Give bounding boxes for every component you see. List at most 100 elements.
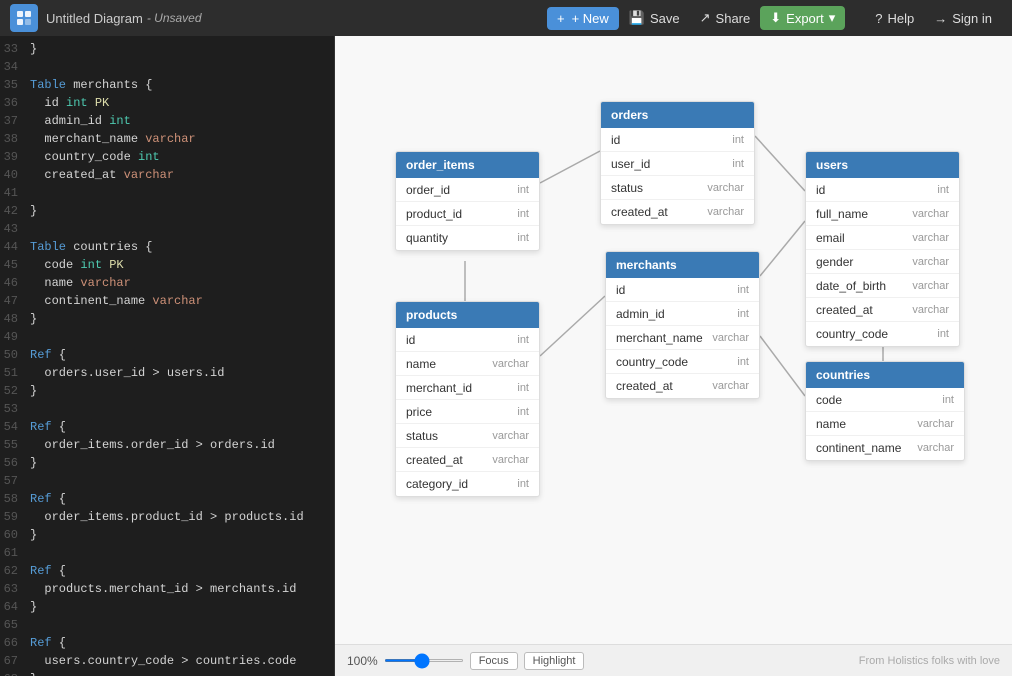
table-row: priceint bbox=[396, 400, 539, 424]
line-number: 33 bbox=[0, 40, 30, 58]
line-content: name varchar bbox=[30, 274, 131, 292]
code-line: 44Table countries { bbox=[0, 238, 334, 256]
export-icon: ⬇ bbox=[770, 10, 781, 26]
line-content: code int PK bbox=[30, 256, 124, 274]
save-icon: 💾 bbox=[629, 10, 645, 26]
line-number: 68 bbox=[0, 670, 30, 676]
line-content: Ref { bbox=[30, 562, 66, 580]
code-panel[interactable]: 33}3435Table merchants {36 id int PK37 a… bbox=[0, 36, 335, 676]
focus-button[interactable]: Focus bbox=[470, 652, 518, 670]
code-line: 49 bbox=[0, 328, 334, 346]
table-row: full_namevarchar bbox=[806, 202, 959, 226]
signin-button[interactable]: → Sign in bbox=[924, 7, 1002, 30]
diagram-panel[interactable]: orders idint user_idint statusvarchar cr… bbox=[335, 36, 1012, 676]
table-row: user_idint bbox=[601, 152, 754, 176]
table-row: namevarchar bbox=[396, 352, 539, 376]
code-line: 63 products.merchant_id > merchants.id bbox=[0, 580, 334, 598]
line-number: 42 bbox=[0, 202, 30, 220]
line-content: continent_name varchar bbox=[30, 292, 203, 310]
share-button[interactable]: ↗ Share bbox=[690, 6, 761, 30]
line-number: 35 bbox=[0, 76, 30, 94]
export-button[interactable]: ⬇ Export ▾ bbox=[760, 6, 845, 30]
table-row: created_atvarchar bbox=[806, 298, 959, 322]
table-users[interactable]: users idint full_namevarchar emailvarcha… bbox=[805, 151, 960, 347]
code-line: 57 bbox=[0, 472, 334, 490]
zoom-slider[interactable] bbox=[384, 659, 464, 662]
code-line: 33} bbox=[0, 40, 334, 58]
zoom-level: 100% bbox=[347, 654, 378, 668]
table-row: country_codeint bbox=[806, 322, 959, 346]
plus-icon: + bbox=[557, 11, 565, 26]
line-number: 64 bbox=[0, 598, 30, 616]
line-number: 52 bbox=[0, 382, 30, 400]
line-content: merchant_name varchar bbox=[30, 130, 196, 148]
line-number: 62 bbox=[0, 562, 30, 580]
line-number: 37 bbox=[0, 112, 30, 130]
new-button[interactable]: + + New bbox=[547, 7, 619, 30]
table-products[interactable]: products idint namevarchar merchant_idin… bbox=[395, 301, 540, 497]
code-line: 47 continent_name varchar bbox=[0, 292, 334, 310]
table-row: gendervarchar bbox=[806, 250, 959, 274]
line-content: } bbox=[30, 454, 37, 472]
orders-header: orders bbox=[601, 102, 754, 128]
table-row: statusvarchar bbox=[396, 424, 539, 448]
line-number: 59 bbox=[0, 508, 30, 526]
line-content: order_items.product_id > products.id bbox=[30, 508, 304, 526]
table-row: namevarchar bbox=[806, 412, 964, 436]
line-number: 51 bbox=[0, 364, 30, 382]
code-line: 48} bbox=[0, 310, 334, 328]
table-row: merchant_idint bbox=[396, 376, 539, 400]
table-row: statusvarchar bbox=[601, 176, 754, 200]
order-items-header: order_items bbox=[396, 152, 539, 178]
credits-text: From Holistics folks with love bbox=[859, 655, 1000, 667]
table-merchants[interactable]: merchants idint admin_idint merchant_nam… bbox=[605, 251, 760, 399]
line-content: } bbox=[30, 526, 37, 544]
line-number: 50 bbox=[0, 346, 30, 364]
line-content: Table countries { bbox=[30, 238, 152, 256]
line-number: 38 bbox=[0, 130, 30, 148]
table-row: merchant_namevarchar bbox=[606, 326, 759, 350]
main-layout: 33}3435Table merchants {36 id int PK37 a… bbox=[0, 0, 1012, 676]
table-row: order_idint bbox=[396, 178, 539, 202]
line-number: 61 bbox=[0, 544, 30, 562]
code-line: 38 merchant_name varchar bbox=[0, 130, 334, 148]
zoom-section: 100% Focus Highlight bbox=[347, 652, 584, 670]
line-content: products.merchant_id > merchants.id bbox=[30, 580, 296, 598]
line-content: id int PK bbox=[30, 94, 109, 112]
products-header: products bbox=[396, 302, 539, 328]
help-icon: ? bbox=[875, 11, 882, 26]
code-line: 36 id int PK bbox=[0, 94, 334, 112]
code-line: 46 name varchar bbox=[0, 274, 334, 292]
line-number: 60 bbox=[0, 526, 30, 544]
line-content: Table merchants { bbox=[30, 76, 152, 94]
line-content: country_code int bbox=[30, 148, 160, 166]
code-line: 68} bbox=[0, 670, 334, 676]
table-order-items[interactable]: order_items order_idint product_idint qu… bbox=[395, 151, 540, 251]
line-content: users.country_code > countries.code bbox=[30, 652, 296, 670]
table-countries[interactable]: countries codeint namevarchar continent_… bbox=[805, 361, 965, 461]
code-line: 56} bbox=[0, 454, 334, 472]
share-icon: ↗ bbox=[700, 10, 711, 26]
line-number: 49 bbox=[0, 328, 30, 346]
line-content: order_items.order_id > orders.id bbox=[30, 436, 275, 454]
table-orders[interactable]: orders idint user_idint statusvarchar cr… bbox=[600, 101, 755, 225]
help-button[interactable]: ? Help bbox=[865, 7, 924, 30]
line-number: 48 bbox=[0, 310, 30, 328]
app-logo bbox=[10, 4, 38, 32]
code-line: 51 orders.user_id > users.id bbox=[0, 364, 334, 382]
line-content: } bbox=[30, 670, 37, 676]
highlight-button[interactable]: Highlight bbox=[524, 652, 585, 670]
table-row: category_idint bbox=[396, 472, 539, 496]
table-row: idint bbox=[606, 278, 759, 302]
line-content: } bbox=[30, 202, 37, 220]
line-number: 39 bbox=[0, 148, 30, 166]
line-number: 67 bbox=[0, 652, 30, 670]
users-header: users bbox=[806, 152, 959, 178]
line-number: 58 bbox=[0, 490, 30, 508]
save-button[interactable]: 💾 Save bbox=[619, 6, 690, 30]
table-row: product_idint bbox=[396, 202, 539, 226]
table-row: date_of_birthvarchar bbox=[806, 274, 959, 298]
code-line: 60} bbox=[0, 526, 334, 544]
line-number: 54 bbox=[0, 418, 30, 436]
code-line: 43 bbox=[0, 220, 334, 238]
